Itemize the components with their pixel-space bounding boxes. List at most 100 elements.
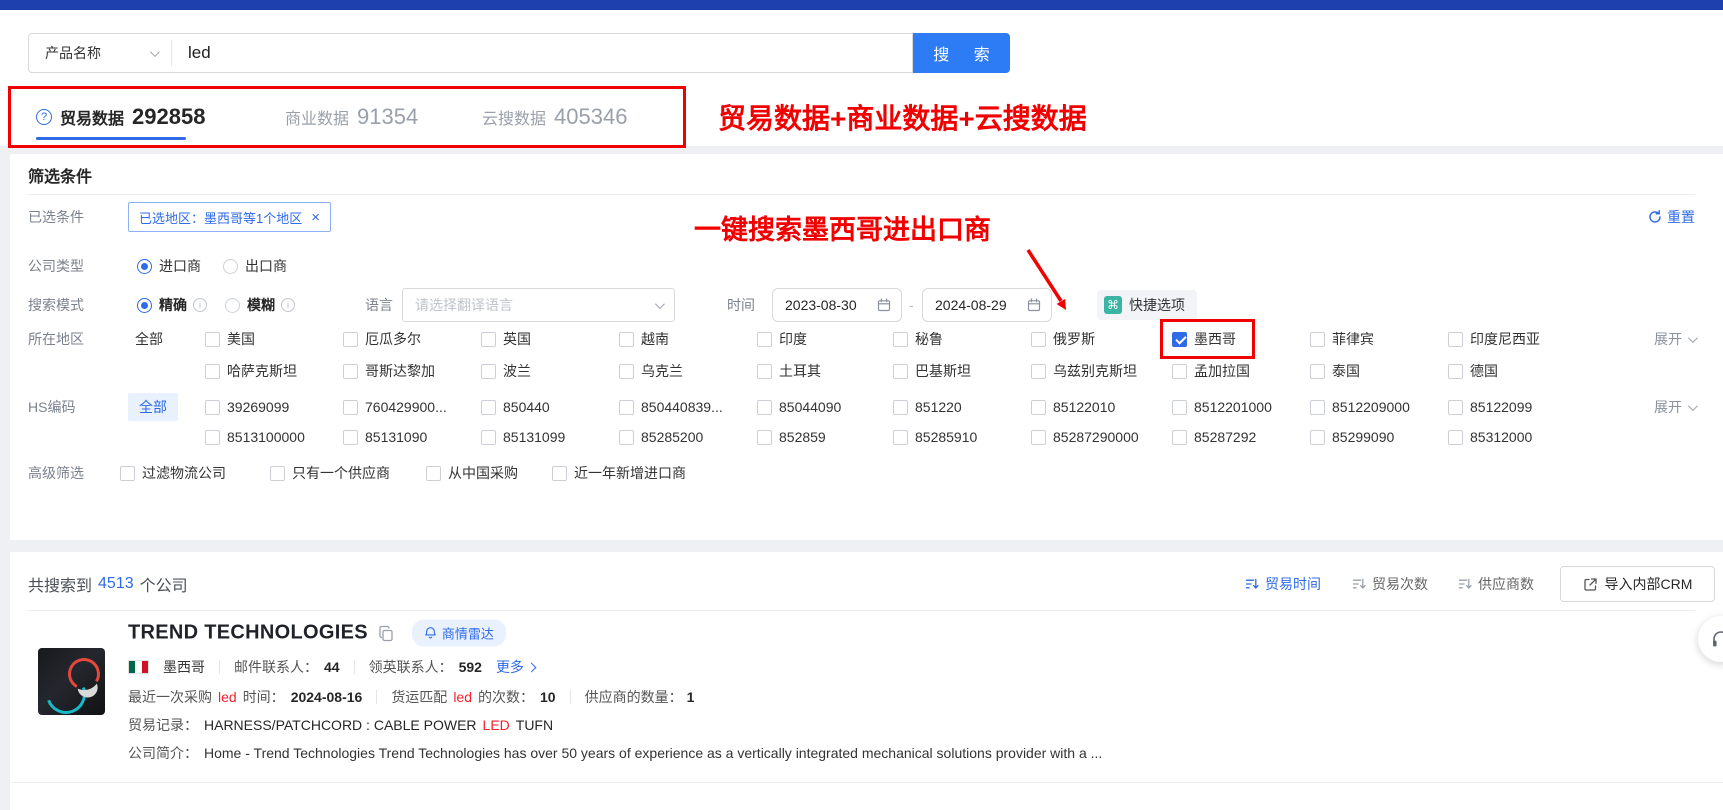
checkbox[interactable]: [1172, 364, 1187, 379]
advanced-option[interactable]: 近一年新增进口商: [552, 463, 686, 483]
hs-option[interactable]: 852859: [757, 429, 826, 445]
region-expand-button[interactable]: 展开: [1654, 329, 1695, 349]
checkbox[interactable]: [619, 332, 634, 347]
hs-option[interactable]: 85122099: [1448, 399, 1532, 415]
hs-option[interactable]: 85312000: [1448, 429, 1532, 445]
region-option[interactable]: 巴基斯坦: [893, 361, 971, 381]
checkbox[interactable]: [757, 332, 772, 347]
hs-option[interactable]: 85285200: [619, 429, 703, 445]
region-option[interactable]: 土耳其: [757, 361, 821, 381]
checkbox[interactable]: [205, 364, 220, 379]
checkbox[interactable]: [205, 332, 220, 347]
region-option[interactable]: 泰国: [1310, 361, 1360, 381]
tab-business-data[interactable]: 商业数据 91354: [285, 96, 418, 138]
checkbox[interactable]: [205, 430, 220, 445]
checkbox[interactable]: [481, 332, 496, 347]
checkbox[interactable]: [1310, 364, 1325, 379]
date-to-input[interactable]: 2024-08-29: [922, 288, 1052, 322]
checkbox[interactable]: [1172, 430, 1187, 445]
hs-option[interactable]: 760429900...: [343, 399, 447, 415]
checkbox[interactable]: [343, 364, 358, 379]
info-icon[interactable]: i: [281, 298, 295, 312]
checkbox[interactable]: [1310, 400, 1325, 415]
hs-option[interactable]: 85044090: [757, 399, 841, 415]
checkbox[interactable]: [481, 364, 496, 379]
checkbox[interactable]: [619, 430, 634, 445]
checkbox[interactable]: [1031, 364, 1046, 379]
sort-trade-time[interactable]: 贸易时间: [1245, 574, 1321, 594]
hs-option[interactable]: 85287292: [1172, 429, 1256, 445]
hs-option[interactable]: 85285910: [893, 429, 977, 445]
remove-tag-icon[interactable]: ×: [311, 209, 320, 226]
checkbox[interactable]: [481, 400, 496, 415]
region-option[interactable]: 厄瓜多尔: [343, 329, 421, 349]
checkbox[interactable]: [893, 400, 908, 415]
hs-option[interactable]: 8512209000: [1310, 399, 1410, 415]
region-option[interactable]: 哥斯达黎加: [343, 361, 435, 381]
checkbox[interactable]: [1172, 400, 1187, 415]
checkbox[interactable]: [619, 364, 634, 379]
tab-cloud-data[interactable]: 云搜数据 405346: [482, 96, 627, 138]
date-from-input[interactable]: 2023-08-30: [772, 288, 902, 322]
region-option[interactable]: 孟加拉国: [1172, 361, 1250, 381]
region-option[interactable]: 波兰: [481, 361, 531, 381]
hs-option[interactable]: 851220: [893, 399, 962, 415]
checkbox[interactable]: [757, 430, 772, 445]
checkbox[interactable]: [1448, 430, 1463, 445]
radio-exact[interactable]: 精确: [137, 295, 187, 315]
checkbox[interactable]: [757, 364, 772, 379]
region-option[interactable]: 乌兹别克斯坦: [1031, 361, 1137, 381]
reset-button[interactable]: 重置: [1648, 207, 1695, 227]
hs-option[interactable]: 39269099: [205, 399, 289, 415]
advanced-option[interactable]: 只有一个供应商: [270, 463, 390, 483]
hs-option[interactable]: 8512201000: [1172, 399, 1272, 415]
checkbox-checked[interactable]: [1172, 332, 1187, 347]
search-button[interactable]: 搜 索: [913, 33, 1010, 73]
company-name[interactable]: TREND TECHNOLOGIES: [128, 622, 368, 645]
region-option-mexico-checked[interactable]: 墨西哥: [1160, 319, 1255, 359]
region-option[interactable]: 印度: [757, 329, 807, 349]
sort-trade-count[interactable]: 贸易次数: [1352, 574, 1428, 594]
checkbox[interactable]: [1448, 400, 1463, 415]
checkbox[interactable]: [619, 400, 634, 415]
checkbox[interactable]: [893, 332, 908, 347]
region-all-button[interactable]: 全部: [135, 329, 163, 349]
checkbox[interactable]: [1448, 364, 1463, 379]
hs-option[interactable]: 85131099: [481, 429, 565, 445]
tab-trade-data[interactable]: ? 贸易数据 292858: [36, 96, 205, 138]
region-option[interactable]: 哈萨克斯坦: [205, 361, 297, 381]
checkbox[interactable]: [1031, 332, 1046, 347]
radio-fuzzy[interactable]: 模糊: [225, 295, 275, 315]
checkbox[interactable]: [481, 430, 496, 445]
hs-option[interactable]: 85131090: [343, 429, 427, 445]
checkbox[interactable]: [1448, 332, 1463, 347]
hs-option[interactable]: 850440: [481, 399, 550, 415]
checkbox[interactable]: [270, 466, 285, 481]
checkbox[interactable]: [205, 400, 220, 415]
checkbox[interactable]: [1310, 332, 1325, 347]
advanced-option[interactable]: 从中国采购: [426, 463, 518, 483]
region-option[interactable]: 秘鲁: [893, 329, 943, 349]
checkbox[interactable]: [1310, 430, 1325, 445]
checkbox[interactable]: [343, 430, 358, 445]
hs-option[interactable]: 850440839...: [619, 399, 723, 415]
checkbox[interactable]: [757, 400, 772, 415]
checkbox[interactable]: [1031, 430, 1046, 445]
region-option[interactable]: 菲律宾: [1310, 329, 1374, 349]
import-crm-button[interactable]: 导入内部CRM: [1560, 566, 1715, 602]
checkbox[interactable]: [120, 466, 135, 481]
advanced-option[interactable]: 过滤物流公司: [120, 463, 226, 483]
info-icon[interactable]: i: [193, 298, 207, 312]
hs-option[interactable]: 8513100000: [205, 429, 305, 445]
hs-option[interactable]: 85122010: [1031, 399, 1115, 415]
checkbox[interactable]: [343, 400, 358, 415]
hs-expand-button[interactable]: 展开: [1654, 397, 1695, 417]
checkbox[interactable]: [1031, 400, 1046, 415]
language-select[interactable]: 请选择翻译语言: [402, 288, 675, 322]
more-link[interactable]: 更多: [496, 657, 535, 677]
help-circle-icon[interactable]: ?: [36, 109, 52, 125]
selected-region-tag[interactable]: 已选地区：墨西哥等1个地区 ×: [128, 202, 331, 232]
hs-all-button[interactable]: 全部: [128, 393, 178, 421]
region-option[interactable]: 俄罗斯: [1031, 329, 1095, 349]
hs-option[interactable]: 85299090: [1310, 429, 1394, 445]
